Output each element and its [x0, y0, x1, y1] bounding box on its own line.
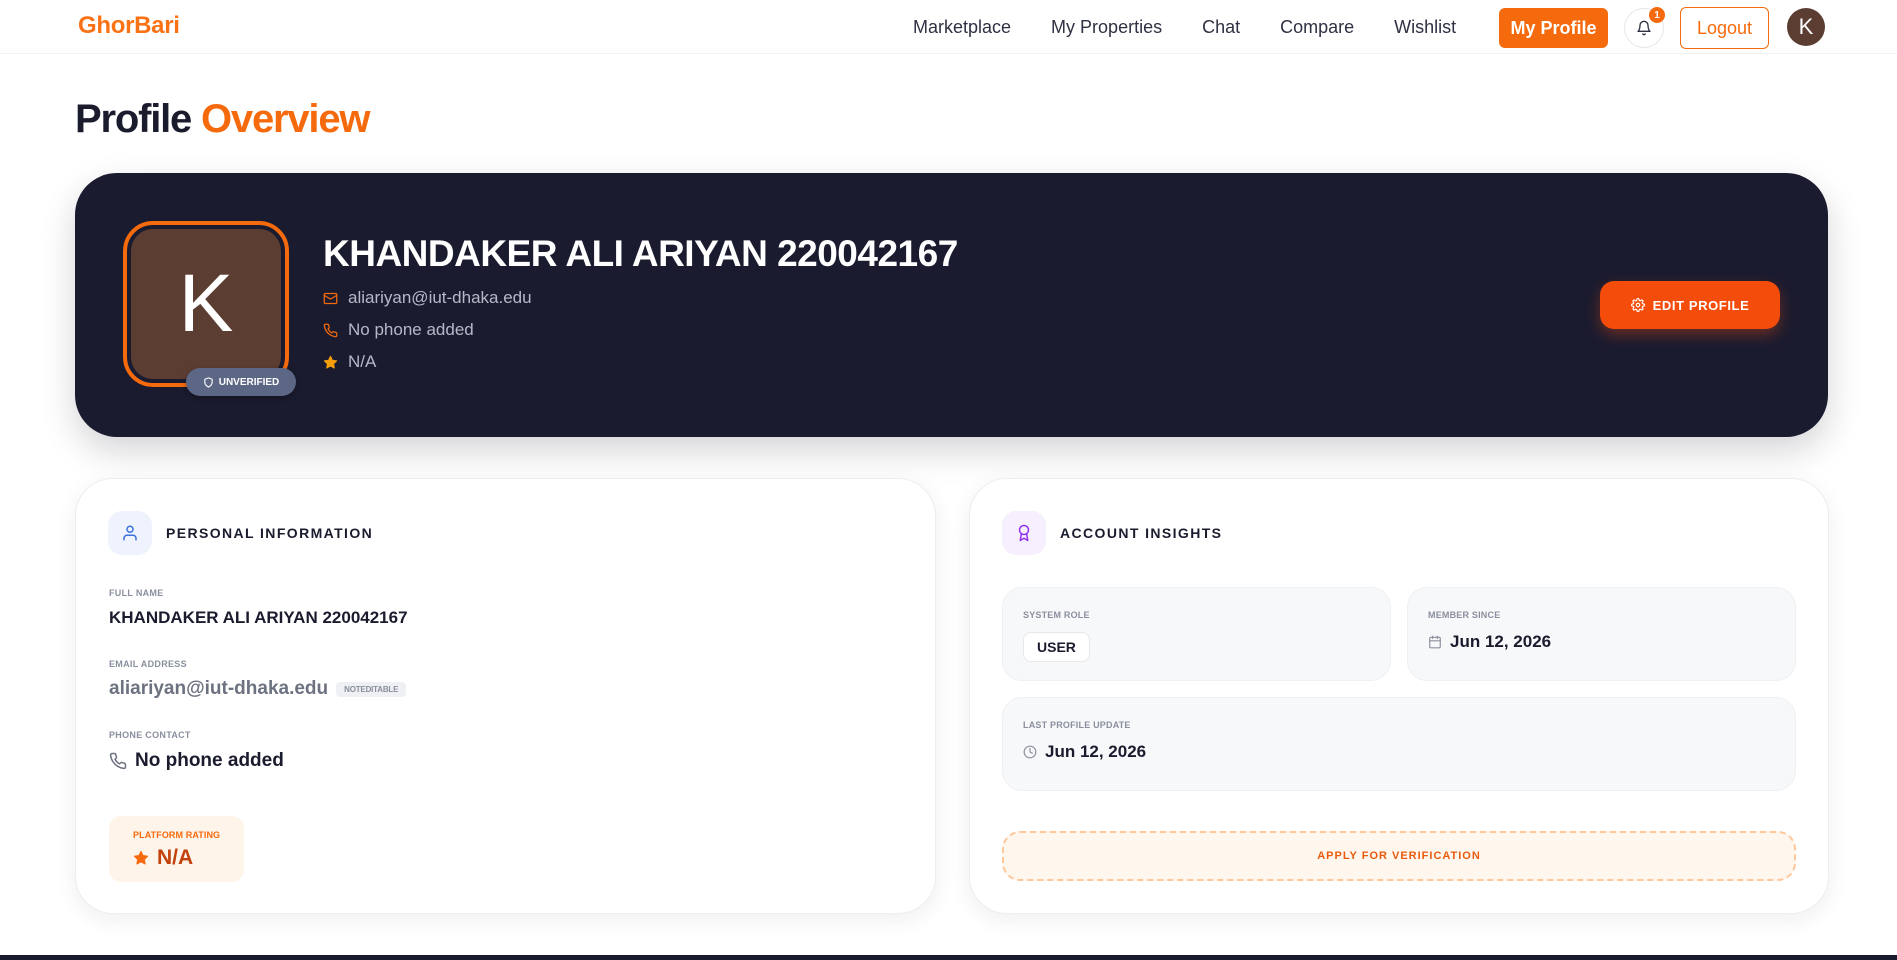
personal-information-card: PERSONAL INFORMATION FULL NAME KHANDAKER… — [75, 478, 936, 914]
personal-information-header: PERSONAL INFORMATION — [108, 511, 373, 555]
member-since-text: Jun 12, 2026 — [1450, 632, 1552, 651]
user-icon — [123, 525, 137, 541]
shield-icon — [204, 376, 213, 388]
bell-icon — [1637, 20, 1651, 36]
nav-link-marketplace[interactable]: Marketplace — [913, 17, 1011, 38]
nav-link-my-properties[interactable]: My Properties — [1051, 17, 1162, 38]
member-since-box: MEMBER SINCE Jun 12, 2026 — [1407, 587, 1796, 681]
hero-phone-row: No phone added — [323, 320, 474, 340]
phone-contact-label: PHONE CONTACT — [109, 730, 191, 740]
last-update-label: LAST PROFILE UPDATE — [1023, 720, 1131, 730]
email-address-text: aliariyan@iut-dhaka.edu — [109, 678, 329, 699]
nav-link-chat[interactable]: Chat — [1202, 17, 1240, 38]
full-name-text: KHANDAKER ALI ARIYAN 220042167 — [109, 608, 408, 627]
personal-information-title: PERSONAL INFORMATION — [166, 525, 374, 541]
full-name-label: FULL NAME — [109, 588, 164, 598]
profile-name: KHANDAKER ALI ARIYAN 220042167 — [323, 233, 958, 274]
nav-links: Marketplace My Properties Chat Compare W… — [913, 0, 1496, 54]
unverified-label: UNVERIFIED — [218, 376, 280, 388]
logout-button[interactable]: Logout — [1680, 7, 1769, 49]
user-icon-wrap — [108, 511, 152, 555]
star-icon — [323, 355, 338, 369]
user-avatar[interactable]: K — [1787, 8, 1825, 46]
page-title: Profile Overview — [75, 97, 370, 142]
hero-rating-row: N/A — [323, 352, 376, 372]
hero-rating: N/A — [348, 352, 377, 371]
unverified-badge: UNVERIFIED — [186, 368, 296, 396]
profile-hero-card: K UNVERIFIED KHANDAKER ALI ARIYAN 220042… — [75, 173, 1828, 437]
hero-email-row: aliariyan@iut-dhaka.edu — [323, 288, 532, 308]
profile-avatar-frame: K — [123, 221, 289, 387]
gear-icon — [1630, 298, 1645, 312]
system-role-box: SYSTEM ROLE USER — [1002, 587, 1391, 681]
platform-rating-label: PLATFORM RATING — [133, 830, 221, 840]
platform-rating-text: N/A — [157, 846, 194, 869]
mail-icon — [323, 292, 338, 304]
edit-profile-button[interactable]: EDIT PROFILE — [1600, 281, 1780, 329]
last-update-value: Jun 12, 2026 — [1023, 742, 1146, 762]
notification-count-badge: 1 — [1649, 7, 1665, 23]
phone-contact-text: No phone added — [135, 750, 284, 771]
notifications-button[interactable]: 1 — [1624, 7, 1665, 48]
page-title-part2: Overview — [201, 97, 370, 141]
footer-edge — [0, 955, 1897, 960]
calendar-icon — [1429, 635, 1441, 649]
phone-contact-value: No phone added — [109, 750, 284, 772]
award-icon-wrap — [1002, 511, 1046, 555]
platform-rating-value: N/A — [133, 846, 193, 870]
award-icon — [1018, 524, 1030, 542]
nav-link-wishlist[interactable]: Wishlist — [1394, 17, 1456, 38]
top-navbar: GhorBari Marketplace My Properties Chat … — [0, 0, 1897, 54]
phone-icon — [109, 752, 127, 770]
account-insights-card: ACCOUNT INSIGHTS SYSTEM ROLE USER MEMBER… — [969, 478, 1829, 914]
clock-icon — [1023, 745, 1037, 759]
edit-profile-label: EDIT PROFILE — [1652, 297, 1750, 313]
star-icon — [133, 850, 149, 865]
email-address-label: EMAIL ADDRESS — [109, 659, 187, 669]
system-role-label: SYSTEM ROLE — [1023, 610, 1090, 620]
member-since-value: Jun 12, 2026 — [1428, 632, 1551, 652]
last-update-text: Jun 12, 2026 — [1045, 742, 1147, 761]
member-since-label: MEMBER SINCE — [1428, 610, 1501, 620]
logo[interactable]: GhorBari — [78, 12, 180, 40]
full-name-value: KHANDAKER ALI ARIYAN 220042167 — [109, 608, 408, 628]
not-editable-badge: NOTEDITABLE — [336, 681, 407, 697]
my-profile-button[interactable]: My Profile — [1499, 8, 1608, 48]
nav-link-compare[interactable]: Compare — [1280, 17, 1354, 38]
platform-rating-box: PLATFORM RATING N/A — [109, 816, 244, 882]
phone-icon — [323, 323, 338, 337]
profile-avatar: K — [131, 229, 281, 379]
hero-phone: No phone added — [348, 320, 474, 339]
email-address-value: aliariyan@iut-dhaka.edu NOTEDITABLE — [109, 678, 407, 700]
account-insights-header: ACCOUNT INSIGHTS — [1002, 511, 1222, 555]
apply-verification-button[interactable]: APPLY FOR VERIFICATION — [1002, 831, 1796, 881]
system-role-chip: USER — [1023, 632, 1090, 662]
page-title-part1: Profile — [75, 97, 192, 141]
account-insights-title: ACCOUNT INSIGHTS — [1060, 525, 1223, 541]
hero-email: aliariyan@iut-dhaka.edu — [348, 288, 532, 307]
last-update-box: LAST PROFILE UPDATE Jun 12, 2026 — [1002, 697, 1796, 791]
